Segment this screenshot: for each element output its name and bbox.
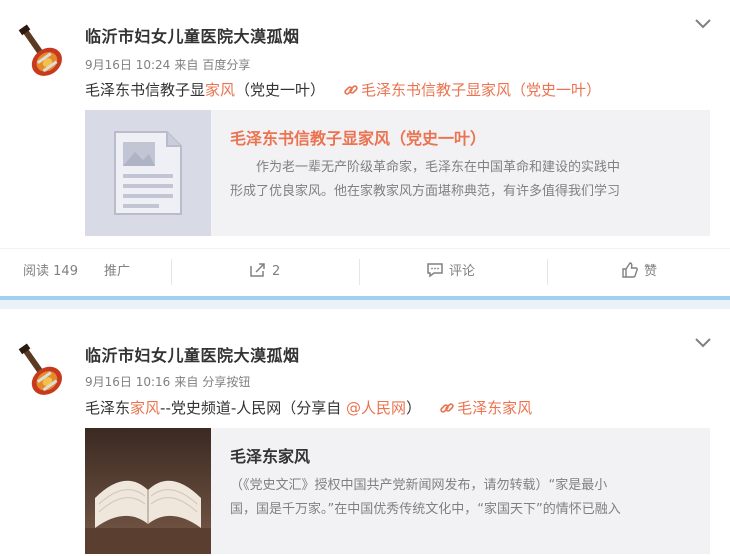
chevron-down-icon[interactable] [694, 336, 712, 350]
hashtag-link[interactable]: 家风 [205, 81, 235, 99]
post-meta: 9月16日 10:16 来自 分享按钮 [85, 373, 254, 390]
feed-card: 临沂市妇女儿童医院大漠孤烟 9月16日 10:16 来自 分享按钮 毛泽东家风--党… [0, 309, 730, 556]
user-name[interactable]: 临沂市妇女儿童医院大漠孤烟 [85, 23, 300, 47]
share-card-title[interactable]: 毛泽东家风 [230, 443, 310, 467]
post-text: 毛泽东书信教子显家风（党史一叶） 毛泽东书信教子显家风（党史一叶） [85, 81, 602, 99]
feed-divider [0, 296, 730, 309]
share-card[interactable]: 毛泽东家风 （《党史文汇》授权中国共产党新闻网发布，请勿转载）“家是最小 国，国… [85, 428, 710, 554]
share-link[interactable]: 毛泽东家风 [457, 399, 532, 417]
action-bar: 阅读 149 推广 2 评论 赞 [0, 248, 730, 294]
comment-icon [427, 263, 443, 278]
post-time[interactable]: 9月16日 10:16 [85, 375, 170, 389]
share-card[interactable]: 毛泽东书信教子显家风（党史一叶） 作为老一辈无产阶级革命家，毛泽东在中国革命和建… [85, 110, 710, 236]
share-link[interactable]: 毛泽东书信教子显家风（党史一叶） [361, 81, 601, 99]
source-prefix: 来自 [174, 375, 199, 389]
user-avatar[interactable] [10, 341, 70, 401]
user-name[interactable]: 临沂市妇女儿童医院大漠孤烟 [85, 342, 300, 366]
link-icon [440, 403, 454, 413]
separator [359, 259, 360, 285]
share-card-title[interactable]: 毛泽东书信教子显家风（党史一叶） [230, 125, 486, 149]
post-time[interactable]: 9月16日 10:24 [85, 58, 170, 72]
repost-button[interactable]: 2 [249, 249, 280, 295]
feed-card: 临沂市妇女儿童医院大漠孤烟 9月16日 10:24 来自 百度分享 毛泽东书信教子显… [0, 0, 730, 296]
share-card-desc: 作为老一辈无产阶级革命家，毛泽东在中国革命和建设的实践中 形成了优良家风。他在家… [230, 160, 621, 199]
read-count: 阅读 149 [23, 264, 78, 279]
open-book-image [85, 428, 211, 554]
document-icon [85, 110, 211, 236]
source-prefix: 来自 [174, 58, 199, 72]
promote-button[interactable]: 推广 [104, 249, 130, 295]
post-source[interactable]: 百度分享 [202, 58, 250, 72]
chevron-down-icon[interactable] [694, 17, 712, 31]
mention-link[interactable]: @人民网 [346, 399, 406, 417]
separator [547, 259, 548, 285]
link-icon [344, 85, 358, 95]
post-source[interactable]: 分享按钮 [202, 375, 250, 389]
thumbs-up-icon [622, 262, 638, 278]
share-card-desc: （《党史文汇》授权中国共产党新闻网发布，请勿转载）“家是最小 国，国是千万家。”… [230, 478, 621, 517]
post-text: 毛泽东家风--党史频道-人民网（分享自 @人民网） 毛泽东家风 [85, 399, 533, 417]
post-meta: 9月16日 10:24 来自 百度分享 [85, 56, 254, 73]
like-button[interactable]: 赞 [621, 249, 657, 295]
user-avatar[interactable] [10, 22, 70, 82]
hashtag-link[interactable]: 家风 [130, 399, 160, 417]
comment-button[interactable]: 评论 [426, 249, 475, 295]
separator [171, 259, 172, 285]
repost-icon [250, 263, 265, 277]
